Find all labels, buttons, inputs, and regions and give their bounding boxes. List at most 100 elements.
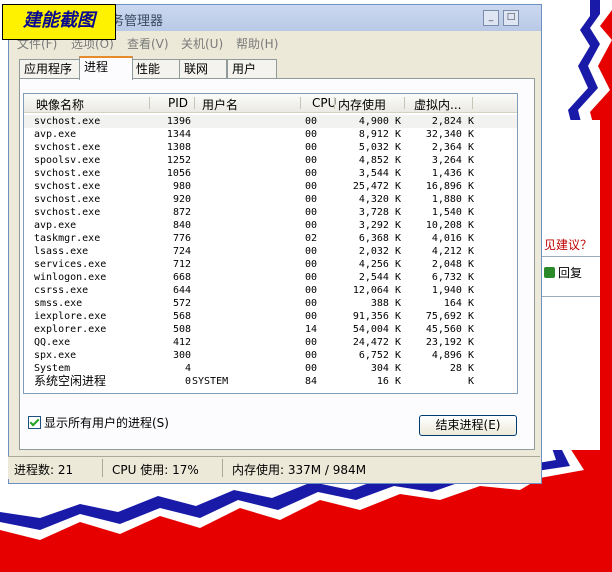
- process-pid: 840: [172, 220, 191, 231]
- process-cpu: 00: [305, 350, 318, 361]
- process-cpu: 00: [305, 259, 318, 270]
- column-divider[interactable]: [472, 97, 473, 109]
- cpu-usage: CPU 使用: 17%: [112, 463, 199, 477]
- header-pid[interactable]: PID: [168, 96, 188, 110]
- process-pid: 4: [184, 363, 191, 374]
- process-cpu: 00: [305, 311, 318, 322]
- column-divider[interactable]: [300, 97, 301, 109]
- process-memory: 24,472 K: [352, 337, 401, 348]
- process-virtual-memory: 4,212 K: [431, 246, 474, 257]
- process-virtual-memory: 6,732 K: [431, 272, 474, 283]
- process-pid: 668: [172, 272, 191, 283]
- column-divider[interactable]: [194, 97, 195, 109]
- table-row[interactable]: lsass.exe 724 00 2,032 K 4,212 K: [24, 245, 517, 258]
- column-divider[interactable]: [334, 97, 335, 109]
- status-divider: [222, 459, 223, 477]
- process-memory: 3,292 K: [358, 220, 401, 231]
- table-row[interactable]: smss.exe 572 00 388 K 164 K: [24, 297, 517, 310]
- tab-performance[interactable]: 性能: [131, 59, 181, 78]
- process-memory: 304 K: [370, 363, 401, 374]
- process-virtual-memory: 4,896 K: [431, 350, 474, 361]
- memory-usage: 内存使用: 337M / 984M: [232, 463, 367, 477]
- table-row[interactable]: svchost.exe 980 00 25,472 K 16,896 K: [24, 180, 517, 193]
- process-cpu: 00: [305, 246, 318, 257]
- table-row[interactable]: svchost.exe 1308 00 5,032 K 2,364 K: [24, 141, 517, 154]
- process-memory: 91,356 K: [352, 311, 401, 322]
- process-name: services.exe: [34, 259, 107, 270]
- process-virtual-memory: 164 K: [443, 298, 474, 309]
- process-pid: 1056: [166, 168, 191, 179]
- tab-applications[interactable]: 应用程序: [19, 59, 81, 78]
- column-divider[interactable]: [149, 97, 150, 109]
- tab-users[interactable]: 用户: [227, 59, 277, 78]
- process-memory: 4,900 K: [358, 116, 401, 127]
- menu-shutdown[interactable]: 关机(U): [181, 35, 223, 52]
- table-row[interactable]: taskmgr.exe 776 02 6,368 K 4,016 K: [24, 232, 517, 245]
- header-memory[interactable]: 内存使用: [338, 96, 386, 113]
- menu-help[interactable]: 帮助(H): [236, 35, 278, 52]
- table-row[interactable]: spx.exe 300 00 6,752 K 4,896 K: [24, 349, 517, 362]
- screenshot-tool-watermark: 建能截图: [2, 4, 116, 40]
- process-name: winlogon.exe: [34, 272, 107, 283]
- table-row[interactable]: svchost.exe 1396 00 4,900 K 2,824 K: [24, 115, 517, 128]
- process-pid: 508: [172, 324, 191, 335]
- process-virtual-memory: 10,208 K: [425, 220, 474, 231]
- process-pid: 644: [172, 285, 191, 296]
- process-pid: 0: [184, 376, 191, 387]
- header-user[interactable]: 用户名: [202, 96, 238, 113]
- process-memory: 388 K: [370, 298, 401, 309]
- process-name: iexplore.exe: [34, 311, 107, 322]
- end-process-button[interactable]: 结束进程(E): [419, 415, 517, 436]
- table-row[interactable]: svchost.exe 1056 00 3,544 K 1,436 K: [24, 167, 517, 180]
- process-virtual-memory: 4,016 K: [431, 233, 474, 244]
- process-list[interactable]: 映像名称 PID 用户名 CPU 内存使用 虚拟内... svchost.exe…: [23, 93, 518, 394]
- reply-link[interactable]: 回复: [544, 264, 582, 281]
- process-name: smss.exe: [34, 298, 83, 309]
- table-row[interactable]: QQ.exe 412 00 24,472 K 23,192 K: [24, 336, 517, 349]
- process-cpu: 00: [305, 155, 318, 166]
- reply-label: 回复: [558, 266, 583, 280]
- minimize-button[interactable]: _: [483, 10, 499, 26]
- process-pid: 572: [172, 298, 191, 309]
- process-pid: 568: [172, 311, 191, 322]
- tab-networking[interactable]: 联网: [179, 59, 227, 78]
- maximize-button[interactable]: □: [503, 10, 519, 26]
- table-row[interactable]: avp.exe 1344 00 8,912 K 32,340 K: [24, 128, 517, 141]
- process-virtual-memory: 23,192 K: [425, 337, 474, 348]
- suggestion-link[interactable]: 见建议？: [544, 236, 592, 253]
- process-cpu: 00: [305, 363, 318, 374]
- table-row[interactable]: iexplore.exe 568 00 91,356 K 75,692 K: [24, 310, 517, 323]
- process-cpu: 00: [305, 181, 318, 192]
- tab-processes[interactable]: 进程: [79, 56, 133, 80]
- table-row[interactable]: spoolsv.exe 1252 00 4,852 K 3,264 K: [24, 154, 517, 167]
- table-row[interactable]: avp.exe 840 00 3,292 K 10,208 K: [24, 219, 517, 232]
- table-row[interactable]: svchost.exe 920 00 4,320 K 1,880 K: [24, 193, 517, 206]
- header-image-name[interactable]: 映像名称: [36, 96, 84, 113]
- process-cpu: 84: [305, 376, 318, 387]
- column-divider[interactable]: [404, 97, 405, 109]
- show-all-users-checkbox[interactable]: [28, 416, 41, 429]
- table-row[interactable]: csrss.exe 644 00 12,064 K 1,940 K: [24, 284, 517, 297]
- menu-view[interactable]: 查看(V): [127, 35, 169, 52]
- table-row[interactable]: services.exe 712 00 4,256 K 2,048 K: [24, 258, 517, 271]
- divider: [540, 296, 600, 297]
- process-name: explorer.exe: [34, 324, 107, 335]
- table-row[interactable]: svchost.exe 872 00 3,728 K 1,540 K: [24, 206, 517, 219]
- process-virtual-memory: 28 K: [449, 363, 474, 374]
- process-virtual-memory: 1,436 K: [431, 168, 474, 179]
- process-memory: 8,912 K: [358, 129, 401, 140]
- process-pid: 412: [172, 337, 191, 348]
- process-virtual-memory: 45,560 K: [425, 324, 474, 335]
- process-virtual-memory: 3,264 K: [431, 155, 474, 166]
- process-cpu: 00: [305, 142, 318, 153]
- process-memory: 6,368 K: [358, 233, 401, 244]
- process-pid: 724: [172, 246, 191, 257]
- header-cpu[interactable]: CPU: [312, 96, 336, 110]
- table-row[interactable]: explorer.exe 508 14 54,004 K 45,560 K: [24, 323, 517, 336]
- process-cpu: 00: [305, 285, 318, 296]
- header-virtual-memory[interactable]: 虚拟内...: [414, 96, 461, 113]
- table-row[interactable]: winlogon.exe 668 00 2,544 K 6,732 K: [24, 271, 517, 284]
- table-row[interactable]: 系统空闲进程 0 SYSTEM 84 16 K K: [24, 375, 517, 388]
- show-all-users-option[interactable]: 显示所有用户的进程(S): [28, 414, 169, 431]
- process-pid: 1344: [166, 129, 191, 140]
